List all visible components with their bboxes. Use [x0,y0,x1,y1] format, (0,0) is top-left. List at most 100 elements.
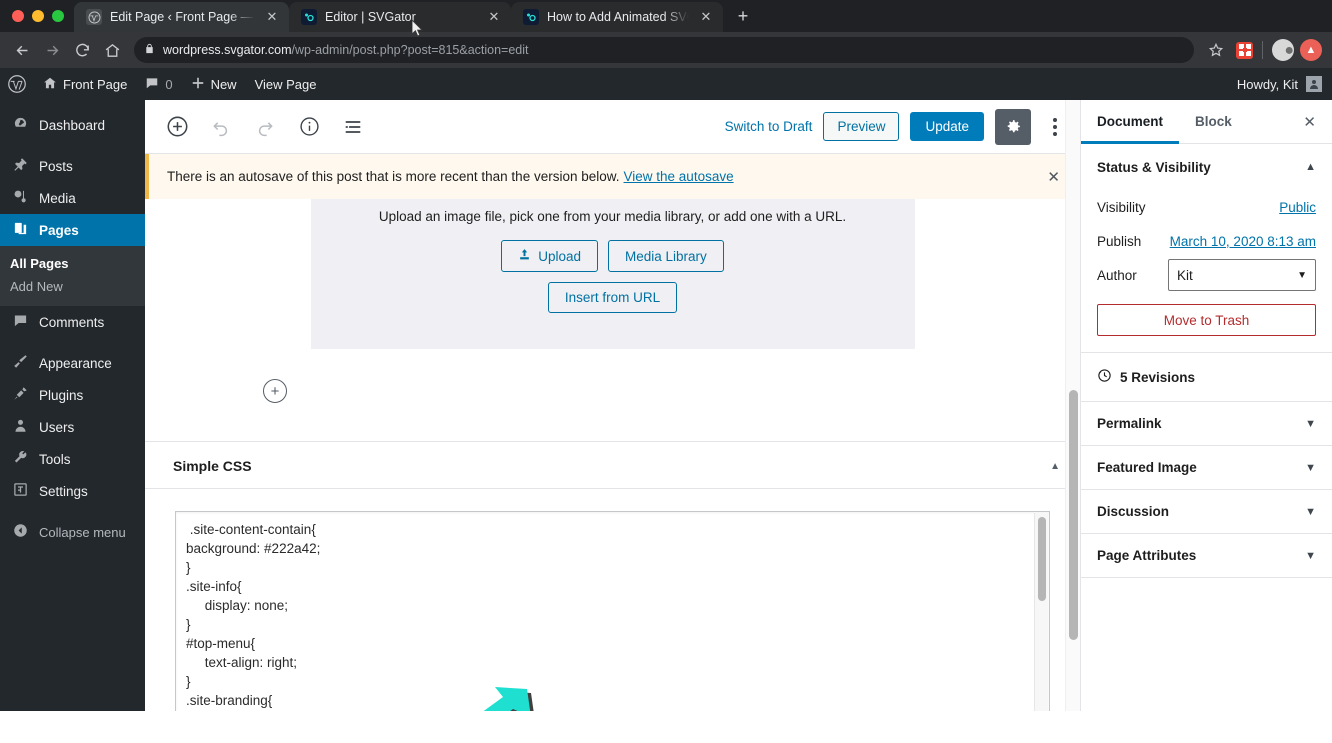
star-icon[interactable] [1202,36,1230,64]
admin-bar-new[interactable]: New [182,68,246,100]
tab-block[interactable]: Block [1179,100,1248,144]
textarea-scrollbar[interactable] [1034,513,1048,711]
admin-bar-account[interactable]: Howdy, Kit [1237,76,1332,92]
visibility-value[interactable]: Public [1279,200,1316,215]
settings-icon [10,482,30,501]
revisions-row[interactable]: 5 Revisions [1081,353,1332,402]
sidebar-item-label: Dashboard [39,117,106,133]
sidebar-item-dashboard[interactable]: Dashboard [0,109,145,141]
new-tab-button[interactable]: + [729,2,757,30]
info-circle-icon[interactable] [291,109,327,145]
pages-submenu: All Pages Add New [0,246,145,306]
publish-value[interactable]: March 10, 2020 8:13 am [1170,234,1316,249]
chevron-up-icon[interactable]: ▲ [1050,461,1060,472]
arrow-left-icon[interactable] [8,36,36,64]
accordion-featured-image[interactable]: Featured Image ▼ [1081,446,1332,490]
page-scrollbar-thumb[interactable] [1069,390,1078,640]
tab-document[interactable]: Document [1081,100,1179,144]
accordion-page-attributes[interactable]: Page Attributes ▼ [1081,534,1332,578]
sidebar-item-label: Appearance [39,355,112,371]
update-button[interactable]: Update [910,112,984,141]
reload-icon[interactable] [68,36,96,64]
profile-icon[interactable]: ▲ [1300,39,1322,61]
chevron-down-icon[interactable]: ▼ [1305,418,1316,430]
submenu-item-add-new[interactable]: Add New [0,275,145,298]
admin-bar-comments[interactable]: 0 [136,68,181,100]
textarea-scrollbar-thumb[interactable] [1038,517,1046,601]
block-appender[interactable]: + [263,379,1080,403]
undo-icon[interactable] [203,109,239,145]
media-library-button[interactable]: Media Library [607,240,724,272]
sidebar-item-pages[interactable]: Pages [0,214,145,246]
simple-css-textarea[interactable]: .site-content-contain{ background: #222a… [175,511,1050,711]
minimize-window-button[interactable] [32,10,44,22]
move-to-trash-button[interactable]: Move to Trash [1097,304,1316,336]
submenu-item-all-pages[interactable]: All Pages [0,252,145,275]
extension-icon[interactable] [1236,41,1253,59]
gear-icon[interactable] [995,108,1031,145]
close-icon[interactable]: ✕ [263,8,281,26]
sidebar-item-plugins[interactable]: Plugins [0,379,145,411]
image-block-placeholder[interactable]: Upload an image file, pick one from your… [310,199,915,349]
insert-from-url-button[interactable]: Insert from URL [547,282,678,313]
wordpress-logo[interactable] [0,68,34,100]
list-view-icon[interactable] [335,109,371,145]
url-domain: wordpress.svgator.com [163,43,292,57]
browser-tab-3[interactable]: How to Add Animated SVG to Wo ✕ [511,2,723,32]
simple-css-header[interactable]: Simple CSS ▲ [145,442,1080,489]
close-icon[interactable]: ✕ [485,8,503,26]
plus-circle-icon[interactable] [159,109,195,145]
sidebar-collapse-menu[interactable]: Collapse menu [0,516,145,548]
upload-button[interactable]: Upload [501,240,598,272]
status-visibility-header[interactable]: Status & Visibility ▲ [1097,144,1316,190]
page-scrollbar[interactable] [1065,100,1080,711]
close-window-button[interactable] [12,10,24,22]
author-select[interactable]: Kit ▼ [1168,259,1316,291]
comment-icon [145,76,159,93]
window-controls[interactable] [0,10,74,32]
browser-tab-2[interactable]: Editor | SVGator ✕ [289,2,511,32]
close-icon[interactable]: ✕ [697,8,715,26]
tab-strip: Edit Page ‹ Front Page — WordPress ✕ Edi… [0,0,1332,37]
arrow-right-icon[interactable] [38,36,66,64]
admin-bar-view-page[interactable]: View Page [246,68,326,100]
sidebar-item-tools[interactable]: Tools [0,443,145,475]
chevron-down-icon[interactable]: ▼ [1305,550,1316,562]
sidebar-item-posts[interactable]: Posts [0,150,145,182]
upload-label: Upload [538,248,581,264]
sidebar-item-comments[interactable]: Comments [0,306,145,338]
simple-css-title: Simple CSS [173,458,252,474]
chevron-down-icon[interactable]: ▼ [1305,506,1316,518]
close-icon[interactable]: ✕ [1293,113,1326,131]
accordion-permalink[interactable]: Permalink ▼ [1081,402,1332,446]
simple-css-metabox: Simple CSS ▲ .site-content-contain{ back… [145,441,1080,711]
sidebar-item-label: Tools [39,451,71,467]
redo-icon[interactable] [247,109,283,145]
preview-button[interactable]: Preview [823,112,900,141]
svgator-icon [301,9,317,25]
avatar-icon[interactable]: ● [1272,39,1294,61]
address-bar[interactable]: wordpress.svgator.com/wp-admin/post.php?… [134,37,1194,63]
view-autosave-link[interactable]: View the autosave [624,169,734,184]
chevron-down-icon[interactable]: ▼ [1305,462,1316,474]
tab-title: How to Add Animated SVG to Wo [547,10,689,24]
switch-to-draft-button[interactable]: Switch to Draft [725,119,813,134]
maximize-window-button[interactable] [52,10,64,22]
chevron-up-icon[interactable]: ▲ [1305,161,1316,173]
sidebar-item-settings[interactable]: Settings [0,475,145,507]
author-value: Kit [1177,267,1193,283]
accordion-discussion[interactable]: Discussion ▼ [1081,490,1332,534]
sidebar-item-users[interactable]: Users [0,411,145,443]
autosave-notice: There is an autosave of this post that i… [145,154,1080,199]
plus-circle-icon[interactable]: + [263,379,287,403]
browser-tab-1[interactable]: Edit Page ‹ Front Page — WordPress ✕ [74,2,289,32]
home-icon[interactable] [98,36,126,64]
dashboard-icon [10,116,30,135]
upload-icon [518,248,531,264]
close-icon[interactable]: ✕ [1041,168,1066,186]
admin-bar-site-name[interactable]: Front Page [34,68,136,100]
sidebar-item-appearance[interactable]: Appearance [0,347,145,379]
sidebar-item-label: Media [39,190,76,206]
sidebar-item-media[interactable]: Media [0,182,145,214]
